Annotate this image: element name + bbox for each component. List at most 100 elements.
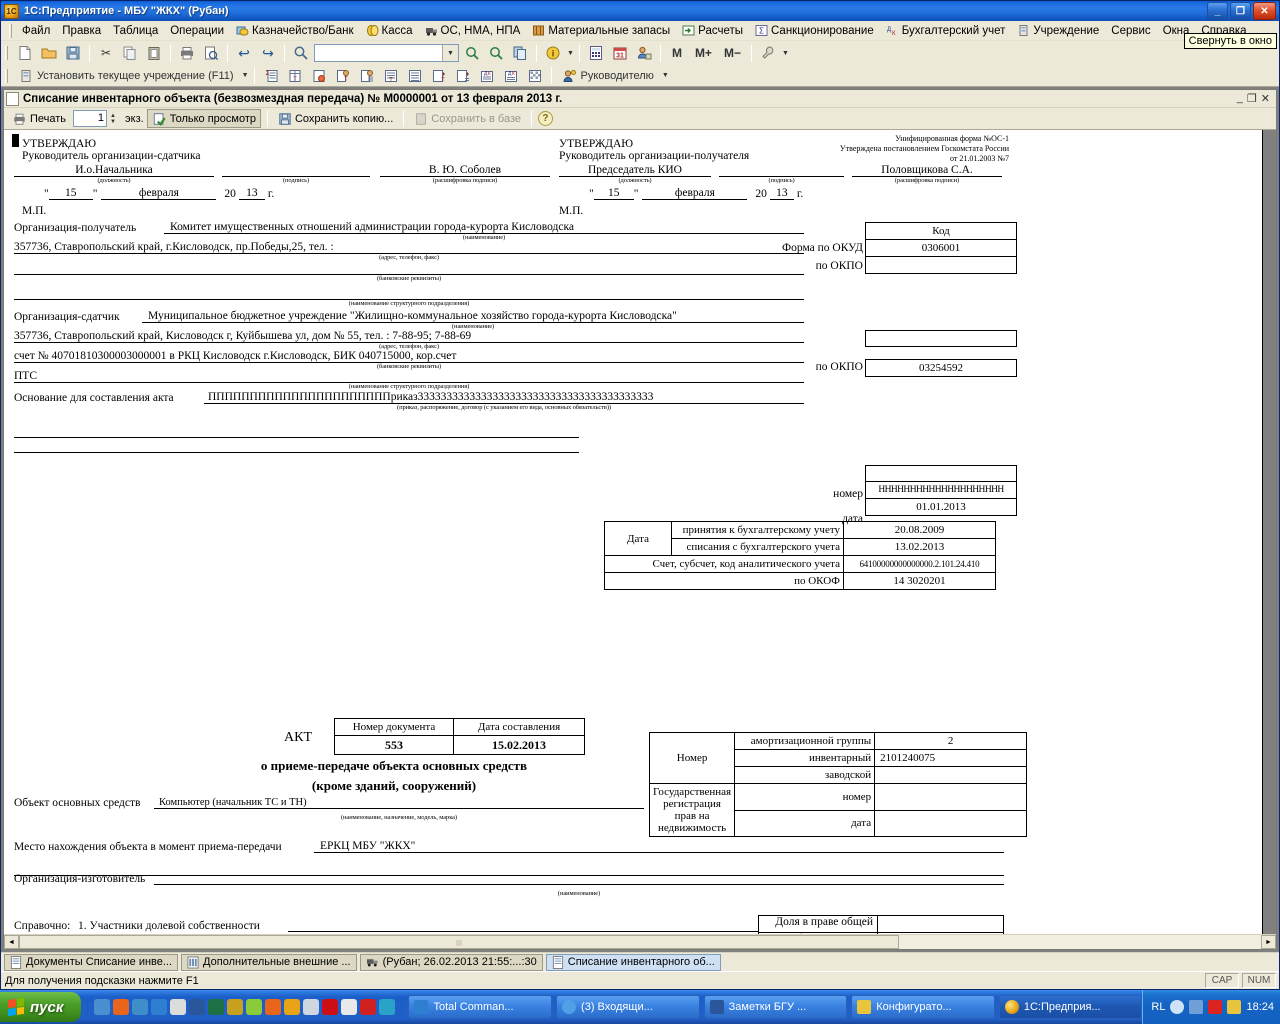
report-dk2-icon[interactable]: ДК <box>500 65 522 86</box>
copy-icon[interactable] <box>119 43 141 64</box>
document-scroll-area[interactable]: УТВЕРЖДАЮ Руководитель организации-сдатч… <box>4 130 1276 934</box>
window-icon[interactable] <box>303 999 320 1015</box>
report-analysis-t-icon[interactable]: Т <box>428 65 450 86</box>
menu-item-cash[interactable]: Касса <box>360 22 419 39</box>
clock[interactable]: 18:24 <box>1246 1001 1274 1013</box>
paint-icon[interactable] <box>246 999 263 1015</box>
chevron-down-icon[interactable]: ▼ <box>782 50 789 57</box>
chevron-down-icon[interactable]: ▼ <box>567 50 574 57</box>
globe-icon[interactable] <box>379 999 396 1015</box>
chevron-down-icon[interactable]: ▼ <box>442 45 458 61</box>
minimize-button[interactable]: _ <box>1207 2 1228 20</box>
search-input[interactable]: ▼ <box>314 44 459 62</box>
menu-item-operations[interactable]: Операции <box>164 23 230 39</box>
report-analysis-list-icon[interactable] <box>452 65 474 86</box>
excel-icon[interactable] <box>208 999 225 1015</box>
window-tab-external[interactable]: Дополнительные внешние ... <box>181 953 357 971</box>
copies-input[interactable]: 1 <box>73 110 108 127</box>
report-dk-icon[interactable]: ДК <box>476 65 498 86</box>
info-icon[interactable]: i <box>542 43 564 64</box>
save-icon[interactable] <box>341 999 358 1015</box>
document-restore-button[interactable]: ❐ <box>1247 92 1257 105</box>
preview-only-toggle[interactable]: Только просмотр <box>146 109 261 128</box>
1c-icon[interactable] <box>284 999 301 1015</box>
calculator-icon[interactable] <box>585 43 607 64</box>
report-journal-icon[interactable] <box>404 65 426 86</box>
find-prev-icon[interactable] <box>485 43 507 64</box>
paste-icon[interactable] <box>143 43 165 64</box>
task-total-commander[interactable]: Total Comman... <box>408 995 553 1019</box>
find-icon[interactable] <box>290 43 312 64</box>
task-1c-enterprise[interactable]: 1С:Предприя... <box>998 995 1143 1019</box>
redo-icon[interactable]: ↪ <box>257 43 279 64</box>
menu-item-accounting[interactable]: ДК Бухгалтерский учет <box>880 22 1012 39</box>
report-account-list-icon[interactable] <box>356 65 378 86</box>
task-inbox[interactable]: (3) Входящи... <box>556 995 700 1019</box>
task-configurator[interactable]: Конфигурато... <box>851 995 995 1019</box>
abbyy-icon[interactable] <box>360 999 377 1015</box>
new-document-icon[interactable] <box>14 43 36 64</box>
print-preview-icon[interactable] <box>200 43 222 64</box>
network-icon[interactable] <box>1189 1000 1204 1014</box>
close-button[interactable]: ✕ <box>1253 2 1276 20</box>
manager-menu-button[interactable]: Руководителю <box>557 65 659 86</box>
report-card-icon[interactable] <box>308 65 330 86</box>
calendar-icon[interactable]: 31 <box>609 43 631 64</box>
chevron-down-icon[interactable]: ▼ <box>662 72 669 79</box>
help-button[interactable]: ? <box>537 111 553 126</box>
firefox-icon[interactable] <box>113 999 130 1015</box>
menu-item-materials[interactable]: Материальные запасы <box>526 22 676 39</box>
set-current-institution-button[interactable]: Установить текущее учреждение (F11) <box>14 65 239 86</box>
internet-explorer-icon[interactable] <box>151 999 168 1015</box>
cut-icon[interactable]: ✂ <box>95 43 117 64</box>
user-lock-icon[interactable] <box>633 43 655 64</box>
scrollbar-track[interactable] <box>19 935 1261 949</box>
menu-item-table[interactable]: Таблица <box>107 23 164 39</box>
print-button[interactable]: Печать <box>8 109 70 128</box>
language-indicator[interactable]: RL <box>1151 1001 1165 1013</box>
menu-item-edit[interactable]: Правка <box>56 23 107 39</box>
print-icon[interactable] <box>176 43 198 64</box>
window-tab-documents[interactable]: Документы Списание инве... <box>4 953 179 971</box>
window-tab-ruban[interactable]: (Рубан; 26.02.2013 21:55:...:30 <box>359 953 543 971</box>
toolbar-grip[interactable] <box>5 68 8 83</box>
menu-item-treasury-bank[interactable]: Казначейство/Банк <box>230 22 359 39</box>
document-close-button[interactable]: ✕ <box>1261 92 1270 105</box>
anydesk-icon[interactable] <box>132 999 149 1015</box>
task-notes[interactable]: Заметки БГУ ... <box>703 995 848 1019</box>
scroll-left-icon[interactable]: ◄ <box>4 935 19 949</box>
menu-item-service[interactable]: Сервис <box>1105 23 1156 39</box>
report-journal-t-icon[interactable]: Т <box>380 65 402 86</box>
scrollbar-thumb[interactable] <box>19 935 899 949</box>
report-sigma-icon[interactable]: Σ <box>260 65 282 86</box>
ie-quick-icon[interactable] <box>94 999 111 1015</box>
menu-item-calculations[interactable]: Расчеты <box>676 22 749 39</box>
document-minimize-button[interactable]: _ <box>1237 92 1243 105</box>
firefox2-icon[interactable] <box>265 999 282 1015</box>
report-turnover-icon[interactable]: Т <box>284 65 306 86</box>
report-chess-icon[interactable] <box>524 65 546 86</box>
warning-icon[interactable] <box>1227 1000 1242 1014</box>
save-icon[interactable] <box>62 43 84 64</box>
menu-item-file[interactable]: Файл <box>16 23 56 39</box>
undo-icon[interactable]: ↩ <box>233 43 255 64</box>
word-icon[interactable] <box>189 999 206 1015</box>
menu-item-fixed-assets[interactable]: ОС, НМА, НПА <box>419 22 527 39</box>
settings-wrench-icon[interactable] <box>757 43 779 64</box>
memory-mplus-icon[interactable]: M+ <box>690 43 717 64</box>
copy-list-icon[interactable] <box>509 43 531 64</box>
volume-icon[interactable] <box>1170 1000 1185 1014</box>
memory-m-icon[interactable]: M <box>666 43 688 64</box>
open-folder-icon[interactable] <box>38 43 60 64</box>
restore-button[interactable]: ❐ <box>1230 2 1251 20</box>
chevron-down-icon[interactable]: ▼ <box>242 72 249 79</box>
horizontal-scrollbar[interactable]: ◄ ► <box>4 934 1276 949</box>
menu-item-sanctioning[interactable]: Σ Санкционирование <box>749 22 880 39</box>
window-tab-writeoff-active[interactable]: Списание инвентарного об... <box>545 953 721 971</box>
menubar-grip[interactable] <box>9 23 12 38</box>
winrar-icon[interactable] <box>227 999 244 1015</box>
save-copy-button[interactable]: Сохранить копию... <box>274 109 397 128</box>
spin-down-icon[interactable]: ▼ <box>110 119 119 125</box>
notepad-icon[interactable] <box>170 999 187 1015</box>
toolbar-grip[interactable] <box>5 46 8 60</box>
